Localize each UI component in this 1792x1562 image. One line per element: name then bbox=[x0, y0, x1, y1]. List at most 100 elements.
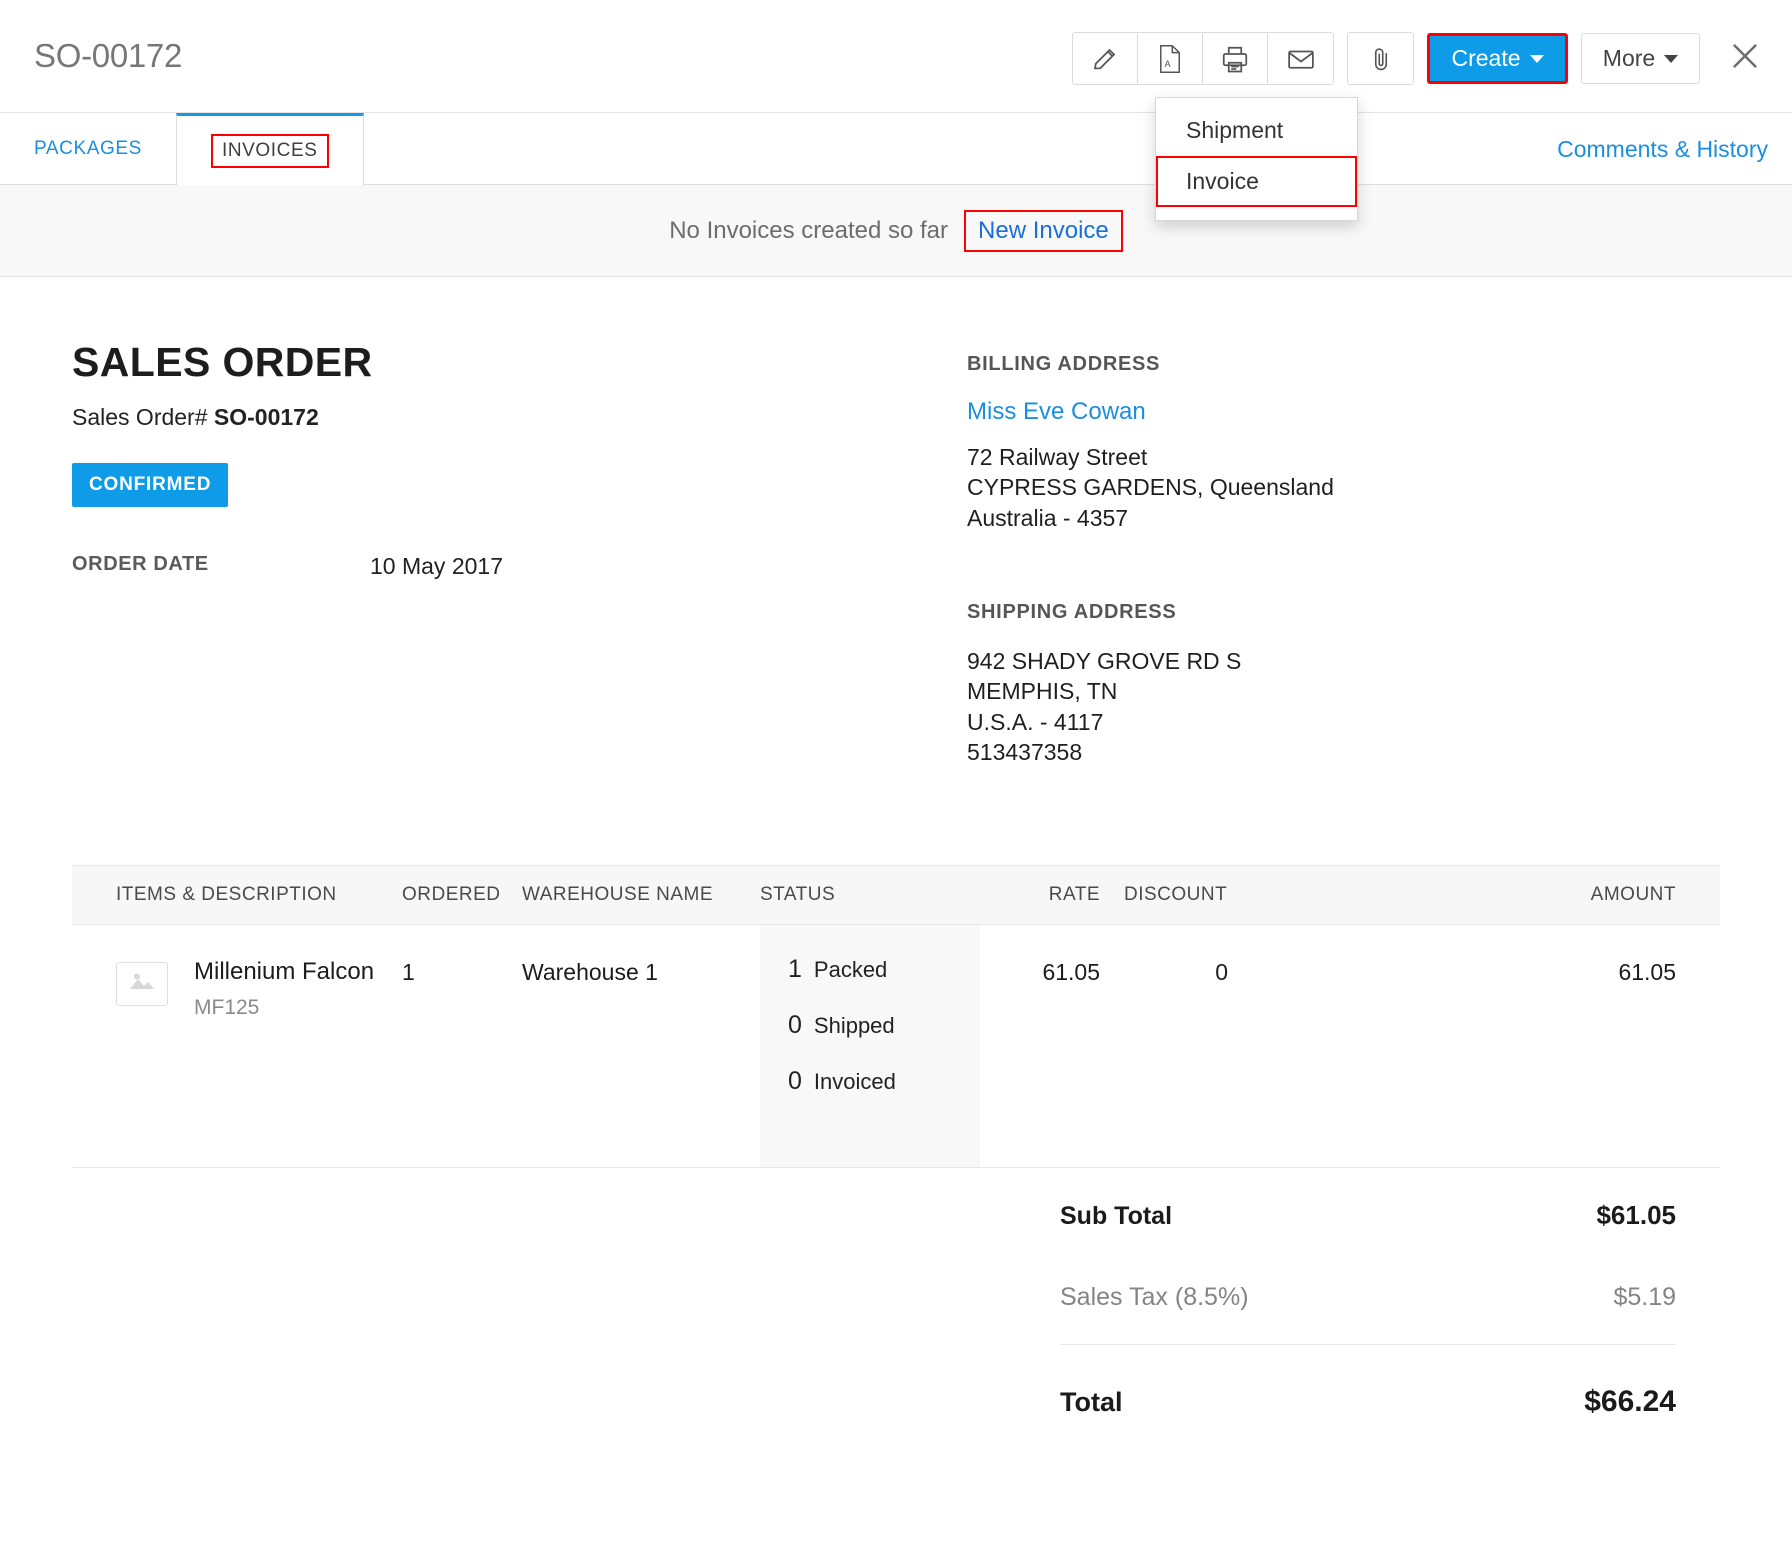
status-shipped-label: Shipped bbox=[814, 1013, 895, 1039]
cell-ordered: 1 bbox=[402, 924, 522, 1167]
create-button-label: Create bbox=[1451, 45, 1520, 72]
pdf-icon: A bbox=[1156, 44, 1184, 74]
total-value: $66.24 bbox=[1584, 1385, 1676, 1419]
item-thumbnail bbox=[116, 962, 168, 1006]
line-items-table: ITEMS & DESCRIPTION ORDERED WAREHOUSE NA… bbox=[72, 865, 1720, 1168]
tax-value: $5.19 bbox=[1613, 1283, 1676, 1312]
chevron-down-icon bbox=[1664, 55, 1678, 63]
status-invoiced: 0 Invoiced bbox=[788, 1067, 980, 1096]
page-title: SO-00172 bbox=[34, 37, 182, 75]
billing-address-block: BILLING ADDRESS Miss Eve Cowan 72 Railwa… bbox=[967, 353, 1720, 533]
invoices-empty-banner: No Invoices created so far New Invoice bbox=[0, 185, 1792, 277]
close-icon bbox=[1726, 37, 1764, 80]
shipping-address-lines: 942 SHADY GROVE RD S MEMPHIS, TN U.S.A. … bbox=[967, 646, 1720, 767]
document-title: SALES ORDER bbox=[72, 339, 967, 386]
subtotal-label: Sub Total bbox=[1060, 1202, 1172, 1231]
tab-packages-label: PACKAGES bbox=[34, 138, 142, 160]
edit-button[interactable] bbox=[1073, 33, 1138, 84]
attachment-group bbox=[1347, 32, 1414, 85]
edit-icon bbox=[1090, 44, 1120, 74]
order-date-label: ORDER DATE bbox=[72, 553, 370, 580]
subtotal-row: Sub Total $61.05 bbox=[1060, 1174, 1676, 1257]
tab-packages[interactable]: PACKAGES bbox=[0, 113, 176, 184]
paperclip-icon bbox=[1367, 44, 1395, 74]
print-button[interactable] bbox=[1203, 33, 1268, 84]
tab-bar: PACKAGES INVOICES Comments & History bbox=[0, 113, 1792, 185]
status-invoiced-label: Invoiced bbox=[814, 1069, 896, 1095]
create-dropdown-menu: Shipment Invoice bbox=[1155, 97, 1358, 221]
sales-order-number-value: SO-00172 bbox=[214, 404, 319, 430]
status-packed-label: Packed bbox=[814, 957, 887, 983]
chevron-down-icon bbox=[1530, 55, 1544, 63]
attachment-button[interactable] bbox=[1348, 33, 1413, 84]
shipping-address-label: SHIPPING ADDRESS bbox=[967, 601, 1720, 624]
menu-item-shipment[interactable]: Shipment bbox=[1156, 107, 1357, 154]
cell-amount: 61.05 bbox=[1290, 924, 1720, 1167]
status-shipped: 0 Shipped bbox=[788, 1011, 980, 1040]
cell-discount: 0 bbox=[1100, 924, 1290, 1167]
pdf-button[interactable]: A bbox=[1138, 33, 1203, 84]
table-row: Millenium Falcon MF125 1 Warehouse 1 1 P… bbox=[72, 924, 1720, 1167]
billing-line-1: 72 Railway Street bbox=[967, 442, 1720, 472]
shipping-line-4: 513437358 bbox=[967, 737, 1720, 767]
image-placeholder-icon bbox=[127, 968, 157, 1000]
billing-line-2: CYPRESS GARDENS, Queensland bbox=[967, 472, 1720, 502]
comments-history-link[interactable]: Comments & History bbox=[1557, 113, 1768, 185]
more-button-label: More bbox=[1603, 45, 1655, 72]
total-label: Total bbox=[1060, 1387, 1123, 1418]
item-sku: MF125 bbox=[194, 996, 374, 1020]
document-summary: SALES ORDER Sales Order# SO-00172 CONFIR… bbox=[72, 339, 967, 768]
shipping-line-2: MEMPHIS, TN bbox=[967, 676, 1720, 706]
shipping-address-block: SHIPPING ADDRESS 942 SHADY GROVE RD S ME… bbox=[967, 601, 1720, 767]
line-items-header: ITEMS & DESCRIPTION ORDERED WAREHOUSE NA… bbox=[72, 865, 1720, 924]
order-date-value: 10 May 2017 bbox=[370, 553, 503, 580]
col-rate: RATE bbox=[980, 865, 1100, 924]
billing-line-3: Australia - 4357 bbox=[967, 503, 1720, 533]
address-column: BILLING ADDRESS Miss Eve Cowan 72 Railwa… bbox=[967, 339, 1720, 768]
create-button[interactable]: Create bbox=[1427, 33, 1568, 84]
status-shipped-count: 0 bbox=[788, 1011, 802, 1040]
subtotal-value: $61.05 bbox=[1596, 1200, 1676, 1231]
cell-rate: 61.05 bbox=[980, 924, 1100, 1167]
billing-address-lines: 72 Railway Street CYPRESS GARDENS, Queen… bbox=[967, 442, 1720, 533]
new-invoice-link[interactable]: New Invoice bbox=[964, 210, 1123, 252]
table-header-row: ITEMS & DESCRIPTION ORDERED WAREHOUSE NA… bbox=[72, 865, 1720, 924]
email-button[interactable] bbox=[1268, 33, 1333, 84]
top-bar: SO-00172 A bbox=[0, 0, 1792, 113]
total-row: Total $66.24 bbox=[1060, 1345, 1676, 1445]
col-status: STATUS bbox=[760, 865, 980, 924]
tab-invoices-label: INVOICES bbox=[211, 134, 329, 168]
item-name: Millenium Falcon bbox=[194, 959, 374, 985]
document-body: SALES ORDER Sales Order# SO-00172 CONFIR… bbox=[0, 277, 1792, 1445]
empty-state-text: No Invoices created so far bbox=[669, 217, 948, 245]
billing-customer-link[interactable]: Miss Eve Cowan bbox=[967, 398, 1720, 426]
line-items-body: Millenium Falcon MF125 1 Warehouse 1 1 P… bbox=[72, 924, 1720, 1167]
document-header-row: SALES ORDER Sales Order# SO-00172 CONFIR… bbox=[72, 277, 1720, 768]
col-items: ITEMS & DESCRIPTION bbox=[72, 865, 402, 924]
menu-item-invoice[interactable]: Invoice bbox=[1156, 156, 1357, 207]
tab-invoices[interactable]: INVOICES bbox=[176, 113, 364, 185]
sales-order-page: SO-00172 A bbox=[0, 0, 1792, 1562]
svg-text:A: A bbox=[1164, 59, 1171, 69]
col-amount: AMOUNT bbox=[1290, 865, 1720, 924]
toolbar-icon-group: A bbox=[1072, 32, 1334, 85]
print-icon bbox=[1220, 44, 1250, 74]
status-packed: 1 Packed bbox=[788, 955, 980, 984]
shipping-line-3: U.S.A. - 4117 bbox=[967, 707, 1720, 737]
status-invoiced-count: 0 bbox=[788, 1067, 802, 1096]
tax-label: Sales Tax (8.5%) bbox=[1060, 1283, 1249, 1312]
status-badge: CONFIRMED bbox=[72, 463, 228, 507]
status-packed-count: 1 bbox=[788, 955, 802, 984]
more-button[interactable]: More bbox=[1581, 33, 1700, 84]
col-warehouse: WAREHOUSE NAME bbox=[522, 865, 760, 924]
cell-item: Millenium Falcon MF125 bbox=[72, 924, 402, 1167]
billing-address-label: BILLING ADDRESS bbox=[967, 353, 1720, 376]
toolbar: A bbox=[1072, 32, 1768, 85]
order-date-row: ORDER DATE 10 May 2017 bbox=[72, 553, 967, 580]
col-discount: DISCOUNT bbox=[1100, 865, 1290, 924]
sales-order-number-label: Sales Order# bbox=[72, 404, 208, 430]
sales-order-number: Sales Order# SO-00172 bbox=[72, 404, 967, 431]
close-button[interactable] bbox=[1722, 36, 1768, 82]
cell-warehouse: Warehouse 1 bbox=[522, 924, 760, 1167]
totals-section: Sub Total $61.05 Sales Tax (8.5%) $5.19 … bbox=[1060, 1174, 1720, 1445]
